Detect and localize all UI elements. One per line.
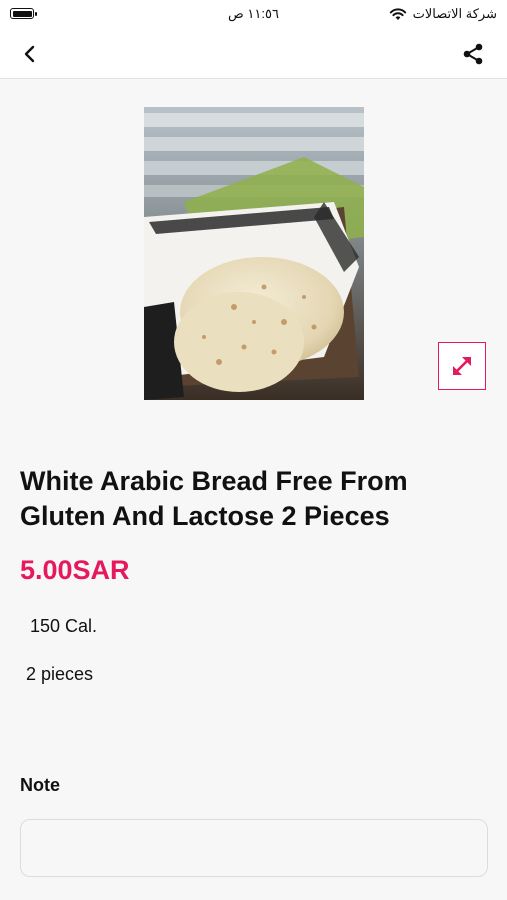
product-price: 5.00SAR [20,555,130,585]
status-bar: ١١:٥٦ ص شركة الاتصالات [0,0,507,30]
share-icon [463,43,483,65]
product-pieces: 2 pieces [26,664,94,684]
expand-image-button[interactable] [438,342,486,390]
product-calories: 150 Cal. [30,616,98,636]
bread-photo-icon [144,107,364,400]
note-input[interactable] [20,819,488,877]
nav-bar [0,30,507,79]
back-button[interactable] [16,40,44,68]
wifi-icon [389,8,406,20]
share-button[interactable] [459,40,487,68]
chevron-left-icon [24,45,35,63]
expand-icon [453,357,471,375]
status-carrier-group: شركة الاتصالات [389,6,497,22]
product-title: White Arabic Bread Free From Gluten And … [20,466,408,531]
note-label: Note [20,775,60,795]
carrier-name: شركة الاتصالات [412,6,497,21]
product-image[interactable] [144,107,364,400]
